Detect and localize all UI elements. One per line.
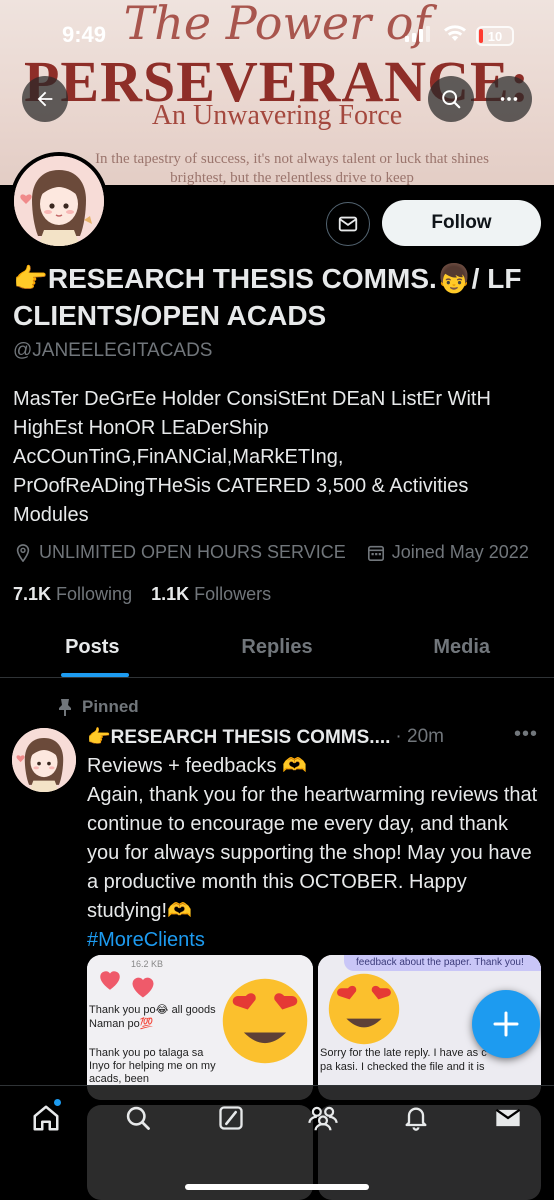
post-text: Reviews + feedbacks 🫶 Again, thank you f… [87,752,542,955]
banner-body: In the tapestry of success, it's not alw… [95,151,489,185]
tab-media[interactable]: Media [369,620,554,677]
cellular-signal-icon [405,26,430,42]
tab-replies[interactable]: Replies [185,620,370,677]
battery-icon: 10 [476,26,514,46]
following-link[interactable]: 7.1K Following [13,584,132,604]
profile-avatar[interactable] [10,152,108,250]
profile-meta: UNLIMITED OPEN HOURS SERVICE Joined May … [13,542,529,563]
post-author-name[interactable]: 👉RESEARCH THESIS COMMS.... [87,725,390,749]
profile-tabs: Posts Replies Media [0,620,554,678]
more-options-button[interactable] [486,76,532,122]
post-header: 👉RESEARCH THESIS COMMS.... · 20m ••• [87,723,542,749]
status-bar: 9:49 10 [0,18,554,58]
battery-level: 10 [487,28,503,44]
home-indicator [185,1184,369,1190]
post-timestamp[interactable]: · 20m [395,726,444,748]
image-2-top-text: feedback about the paper. Thank you! [356,957,524,968]
wifi-icon [443,24,467,48]
pinned-label: Pinned [82,697,139,716]
plus-icon [493,1011,519,1037]
bottom-navigation [0,1085,554,1200]
profile-bio: MasTer DeGrEe Holder ConsiStEnt DEaN Lis… [13,388,491,526]
nav-communities[interactable] [303,1098,343,1138]
notification-dot [53,1098,62,1107]
people-icon [308,1106,338,1131]
tab-posts[interactable]: Posts [0,620,185,677]
followers-label: Followers [194,584,272,604]
avatar-illustration [12,728,76,792]
image-2-text-2: pa kasi. I checked the file and it is [320,1061,485,1073]
more-horizontal-icon [500,97,518,101]
location-pin-icon [13,543,33,562]
message-button[interactable] [326,202,370,246]
post-paragraph: Again, thank you for the heartwarming re… [87,784,538,922]
back-button[interactable] [22,76,68,122]
calendar-icon [366,544,386,562]
envelope-icon [338,216,358,232]
nav-messages[interactable] [488,1098,528,1138]
follow-button[interactable]: Follow [382,200,541,246]
profile-joined: Joined May 2022 [391,542,529,562]
heart-eyes-emoji-icon [324,969,404,1049]
profile-name: 👉RESEARCH THESIS COMMS.👦/ LF CLIENTS/OPE… [13,263,522,331]
post-media-image-1[interactable]: 16.2 KB Thank you po😂 all goods Naman po… [87,955,313,1100]
heart-icon [129,973,157,1001]
image-1-text-3: Thank you po talaga sa Inyo for helping … [89,1047,216,1085]
nav-search[interactable] [118,1098,158,1138]
arrow-left-icon [37,91,53,107]
post-hashtag[interactable]: #MoreClients [87,926,542,955]
pin-icon [59,699,71,716]
heart-icon [97,967,123,993]
search-icon [442,90,461,109]
home-icon [33,1105,59,1131]
heart-eyes-emoji-icon [217,973,313,1069]
nav-grok[interactable] [211,1098,251,1138]
grok-icon [219,1106,243,1130]
image-1-filesize: 16.2 KB [131,959,164,969]
compose-post-button[interactable] [472,990,540,1058]
followers-count: 1.1K [151,584,190,604]
post-author-avatar[interactable] [12,728,76,792]
avatar-illustration [14,156,104,246]
envelope-icon [495,1108,521,1127]
profile-location: UNLIMITED OPEN HOURS SERVICE [39,542,346,562]
following-count: 7.1K [13,584,52,604]
pinned-indicator: Pinned [58,697,139,717]
nav-notifications[interactable] [396,1098,436,1138]
post-more-icon[interactable]: ••• [514,723,538,746]
profile-counts: 7.1K Following 1.1K Followers [13,584,271,605]
nav-home[interactable] [26,1098,66,1138]
status-time: 9:49 [62,22,107,47]
profile-handle: @JANEELEGITACADS [13,340,213,361]
image-1-text-2: Naman po💯 [89,1018,154,1030]
image-2-text-1: Sorry for the late reply. I have as c [320,1047,487,1059]
search-button[interactable] [428,76,474,122]
followers-link[interactable]: 1.1K Followers [151,584,271,604]
post-line-1: Reviews + feedbacks 🫶 [87,755,307,777]
image-1-text-1: Thank you po😂 all goods [89,1004,216,1016]
bell-icon [405,1107,427,1131]
search-icon [126,1106,150,1130]
following-label: Following [56,584,133,604]
